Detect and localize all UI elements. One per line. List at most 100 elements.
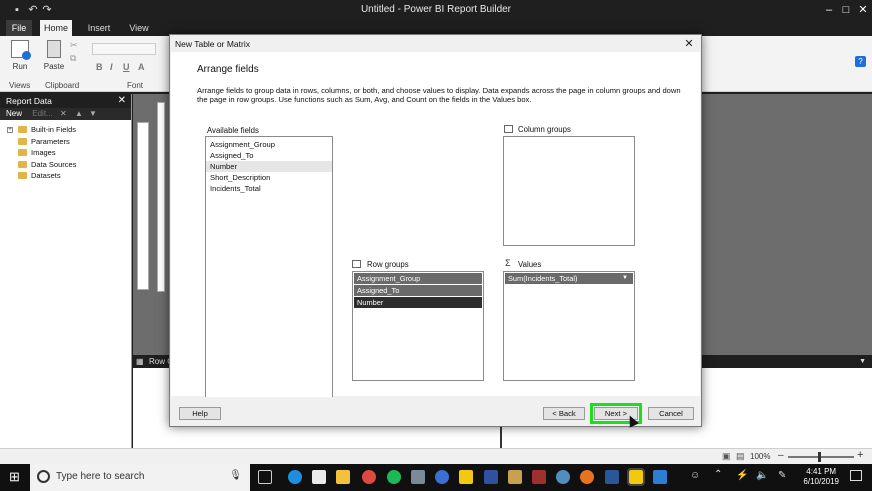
firefox-icon[interactable] bbox=[580, 470, 594, 484]
word-icon[interactable] bbox=[605, 470, 619, 484]
page-view-icon[interactable]: ▤ bbox=[736, 451, 745, 462]
bold-button[interactable]: B bbox=[96, 62, 103, 72]
tab-home[interactable]: Home bbox=[40, 20, 72, 36]
tab-file[interactable]: File bbox=[6, 20, 32, 36]
edit-button[interactable]: Edit... bbox=[32, 109, 52, 118]
new-table-matrix-dialog: New Table or Matrix ✕ Arrange fields Arr… bbox=[169, 34, 702, 427]
tree-item-built-in-fields[interactable]: + Built-in Fields bbox=[0, 124, 131, 136]
tab-insert[interactable]: Insert bbox=[86, 20, 112, 36]
report-data-panel: Report Data ✕ New Edit... ✕ ▲ ▼ + Built-… bbox=[0, 94, 132, 448]
list-item[interactable]: Assigned_To bbox=[206, 150, 332, 161]
move-down-icon[interactable]: ▼ bbox=[89, 108, 97, 120]
cancel-button[interactable]: Cancel bbox=[648, 407, 694, 420]
microphone-icon[interactable]: 🎙 bbox=[229, 470, 242, 481]
network-icon[interactable]: ⚡ bbox=[736, 470, 748, 481]
row-group-item[interactable]: Assignment_Group bbox=[354, 273, 482, 284]
search-placeholder: Type here to search bbox=[56, 471, 145, 482]
cut-icon[interactable]: ✂ bbox=[70, 40, 78, 51]
zoom-slider-thumb[interactable] bbox=[818, 452, 821, 462]
report-builder-icon[interactable] bbox=[627, 468, 645, 486]
grid-icon: ▦ bbox=[136, 357, 144, 366]
move-up-icon[interactable]: ▲ bbox=[75, 108, 83, 120]
tree-item-parameters[interactable]: Parameters bbox=[0, 136, 131, 148]
window-title: Untitled - Power BI Report Builder bbox=[360, 4, 512, 15]
minimize-button[interactable]: – bbox=[820, 2, 838, 18]
italic-button[interactable]: I bbox=[110, 62, 113, 72]
app-icon[interactable] bbox=[435, 470, 449, 484]
app-icon[interactable] bbox=[532, 470, 546, 484]
app-icon[interactable] bbox=[484, 470, 498, 484]
dialog-body: Arrange fields Arrange fields to group d… bbox=[171, 52, 700, 400]
volume-icon[interactable]: 🔈 bbox=[756, 470, 768, 481]
layout-icon[interactable]: ▣ bbox=[722, 451, 731, 462]
row-group-item[interactable]: Number bbox=[354, 297, 482, 308]
list-item[interactable]: Assignment_Group bbox=[206, 139, 332, 150]
zoom-slider[interactable] bbox=[788, 456, 854, 458]
app-icon[interactable] bbox=[508, 470, 522, 484]
pen-icon[interactable]: ✎ bbox=[778, 470, 786, 481]
close-window-button[interactable]: ✕ bbox=[854, 2, 872, 18]
clock[interactable]: 4:41 PM 6/10/2019 bbox=[803, 467, 839, 487]
report-data-header: Report Data ✕ bbox=[0, 94, 131, 108]
task-view-icon[interactable] bbox=[258, 470, 272, 484]
people-icon[interactable]: ☺ bbox=[690, 470, 700, 481]
app-icon[interactable] bbox=[411, 470, 425, 484]
step-heading: Arrange fields bbox=[197, 64, 259, 75]
group-views-label: Views bbox=[9, 81, 31, 90]
values-box[interactable]: Sum(Incidents_Total) ▼ bbox=[503, 271, 635, 381]
underline-button[interactable]: U bbox=[123, 62, 130, 72]
zoom-in-icon[interactable]: + bbox=[857, 449, 863, 461]
tree-item-datasets[interactable]: Datasets bbox=[0, 170, 131, 182]
maximize-button[interactable]: □ bbox=[837, 2, 855, 18]
row-groups-box[interactable]: Assignment_Group Assigned_To Number bbox=[352, 271, 484, 381]
list-item[interactable]: Incidents_Total bbox=[206, 183, 332, 194]
folder-icon bbox=[18, 149, 27, 156]
column-groups-box[interactable] bbox=[503, 136, 635, 246]
notifications-icon[interactable] bbox=[850, 470, 862, 481]
close-icon[interactable]: ✕ bbox=[682, 37, 696, 51]
back-button[interactable]: < Back bbox=[543, 407, 585, 420]
chevron-down-icon[interactable]: ▼ bbox=[859, 355, 866, 368]
sigma-icon: Σ bbox=[505, 258, 511, 268]
run-button[interactable]: Run bbox=[6, 40, 34, 71]
app-icon[interactable] bbox=[653, 470, 667, 484]
close-panel-icon[interactable]: ✕ bbox=[118, 94, 126, 108]
expand-icon[interactable]: + bbox=[7, 127, 13, 133]
folder-icon bbox=[18, 160, 27, 168]
help-icon[interactable]: ? bbox=[855, 56, 866, 67]
tree-item-data-sources[interactable]: Data Sources bbox=[0, 159, 131, 171]
chevron-down-icon[interactable]: ▼ bbox=[622, 273, 628, 284]
cortana-icon bbox=[37, 470, 50, 483]
zoom-out-icon[interactable]: – bbox=[778, 450, 784, 461]
group-clipboard-label: Clipboard bbox=[45, 81, 80, 90]
power-bi-icon[interactable] bbox=[459, 470, 473, 484]
list-item[interactable]: Short_Description bbox=[206, 172, 332, 183]
row-group-item[interactable]: Assigned_To bbox=[354, 285, 482, 296]
dialog-footer: Help < Back Next > Cancel bbox=[171, 397, 700, 426]
new-button[interactable]: New bbox=[6, 109, 22, 118]
delete-icon[interactable]: ✕ bbox=[60, 108, 67, 120]
file-explorer-icon[interactable] bbox=[336, 470, 350, 484]
value-item[interactable]: Sum(Incidents_Total) ▼ bbox=[505, 273, 633, 284]
available-fields-list[interactable]: Assignment_Group Assigned_To Number Shor… bbox=[205, 136, 333, 400]
chevron-up-icon[interactable]: ⌃ bbox=[714, 469, 722, 480]
clipboard-icon bbox=[47, 40, 61, 58]
mail-icon[interactable] bbox=[312, 470, 326, 484]
chrome-icon[interactable] bbox=[362, 470, 376, 484]
group-font-label: Font bbox=[127, 81, 144, 90]
taskbar-search[interactable]: Type here to search 🎙 bbox=[30, 464, 250, 491]
globe-icon[interactable] bbox=[556, 470, 570, 484]
edge-icon[interactable] bbox=[288, 470, 302, 484]
list-item[interactable]: Number bbox=[206, 161, 332, 172]
tab-view[interactable]: View bbox=[126, 20, 152, 36]
font-name-select[interactable] bbox=[92, 43, 156, 55]
report-data-title: Report Data bbox=[6, 96, 52, 106]
paste-button[interactable]: Paste bbox=[42, 40, 66, 71]
clock-time: 4:41 PM bbox=[806, 467, 837, 476]
windows-start-icon[interactable]: ⊞ bbox=[9, 470, 20, 484]
tree-item-images[interactable]: Images bbox=[0, 147, 131, 159]
help-button[interactable]: Help bbox=[179, 407, 221, 420]
copy-icon[interactable]: ⧉ bbox=[70, 53, 76, 64]
font-color-button[interactable]: A bbox=[138, 62, 145, 72]
spotify-icon[interactable] bbox=[387, 470, 401, 484]
